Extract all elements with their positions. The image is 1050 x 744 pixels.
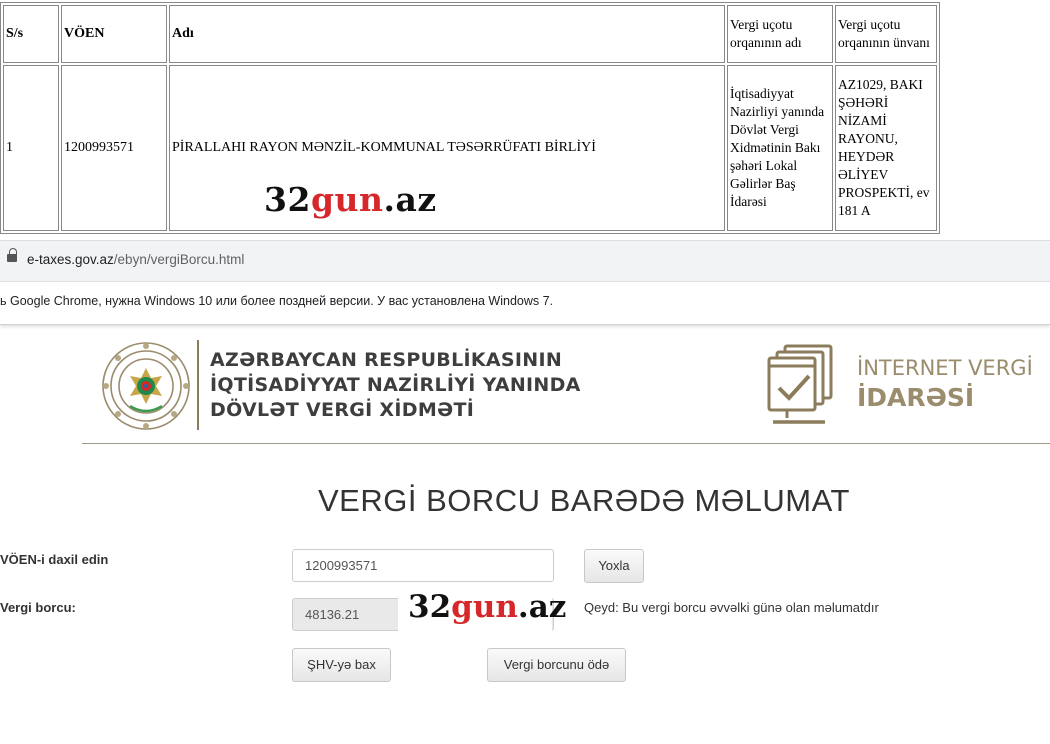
voen-label: VÖEN-i daxil edin	[0, 552, 109, 567]
header-divider	[197, 340, 199, 430]
shv-button[interactable]: ŞHV-yə bax	[292, 648, 391, 682]
header-tax-office: Vergi uçotu orqanının adı	[727, 5, 833, 63]
org-line-2: İQTİSADİYYAT NAZİRLİYİ YANINDA	[210, 374, 581, 396]
table-header-row: S/s VÖEN Adı Vergi uçotu orqanının adı V…	[3, 5, 937, 63]
result-table: S/s VÖEN Adı Vergi uçotu orqanının adı V…	[0, 2, 940, 234]
page-title: VERGİ BORCU BARƏDƏ MƏLUMAT	[318, 483, 850, 518]
cell-name: PİRALLAHI RAYON MƏNZİL-KOMMUNAL TƏSƏRRÜF…	[169, 65, 725, 231]
organization-name: AZƏRBAYCAN RESPUBLİKASININ İQTİSADİYYAT …	[210, 348, 581, 423]
header-ss: S/s	[3, 5, 59, 63]
debt-label: Vergi borcu:	[0, 600, 76, 615]
voen-input[interactable]	[292, 549, 554, 582]
lock-icon[interactable]	[7, 248, 17, 262]
watermark-bottom: 32gun.az	[398, 582, 566, 632]
check-button[interactable]: Yoxla	[584, 549, 644, 583]
cell-tax-office: İqtisadiyyat Nazirliyi yanında Dövlət Ve…	[727, 65, 833, 231]
cell-voen: 1200993571	[61, 65, 167, 231]
org-line-3: DÖVLƏT VERGİ XİDMƏTİ	[210, 399, 475, 421]
table-row: 1 1200993571 PİRALLAHI RAYON MƏNZİL-KOMM…	[3, 65, 937, 231]
header-name: Adı	[169, 5, 725, 63]
debt-note: Qeyd: Bu vergi borcu əvvəlki günə olan m…	[584, 600, 879, 615]
service-line-1: İNTERNET VERGİ	[857, 356, 1033, 380]
url-text[interactable]: e-taxes.gov.az/ebyn/vergiBorcu.html	[27, 252, 244, 267]
header-address: Vergi uçotu orqanının ünvanı	[835, 5, 937, 63]
org-line-1: AZƏRBAYCAN RESPUBLİKASININ	[210, 349, 563, 371]
cell-address: AZ1029, BAKI ŞƏHƏRİ NİZAMİ RAYONU, HEYDƏ…	[835, 65, 937, 231]
service-name: İNTERNET VERGİ İDARƏSİ	[857, 354, 1033, 414]
header-voen: VÖEN	[61, 5, 167, 63]
state-emblem-icon	[102, 342, 190, 430]
watermark-top: 32gun.az	[264, 180, 437, 219]
service-line-2: İDARƏSİ	[857, 383, 975, 412]
cell-ss: 1	[3, 65, 59, 231]
pay-debt-button[interactable]: Vergi borcunu ödə	[487, 648, 626, 682]
computer-check-icon	[767, 344, 833, 424]
header-rule	[82, 443, 1050, 444]
info-bar-text: ь Google Chrome, нужна Windows 10 или бо…	[0, 294, 554, 308]
